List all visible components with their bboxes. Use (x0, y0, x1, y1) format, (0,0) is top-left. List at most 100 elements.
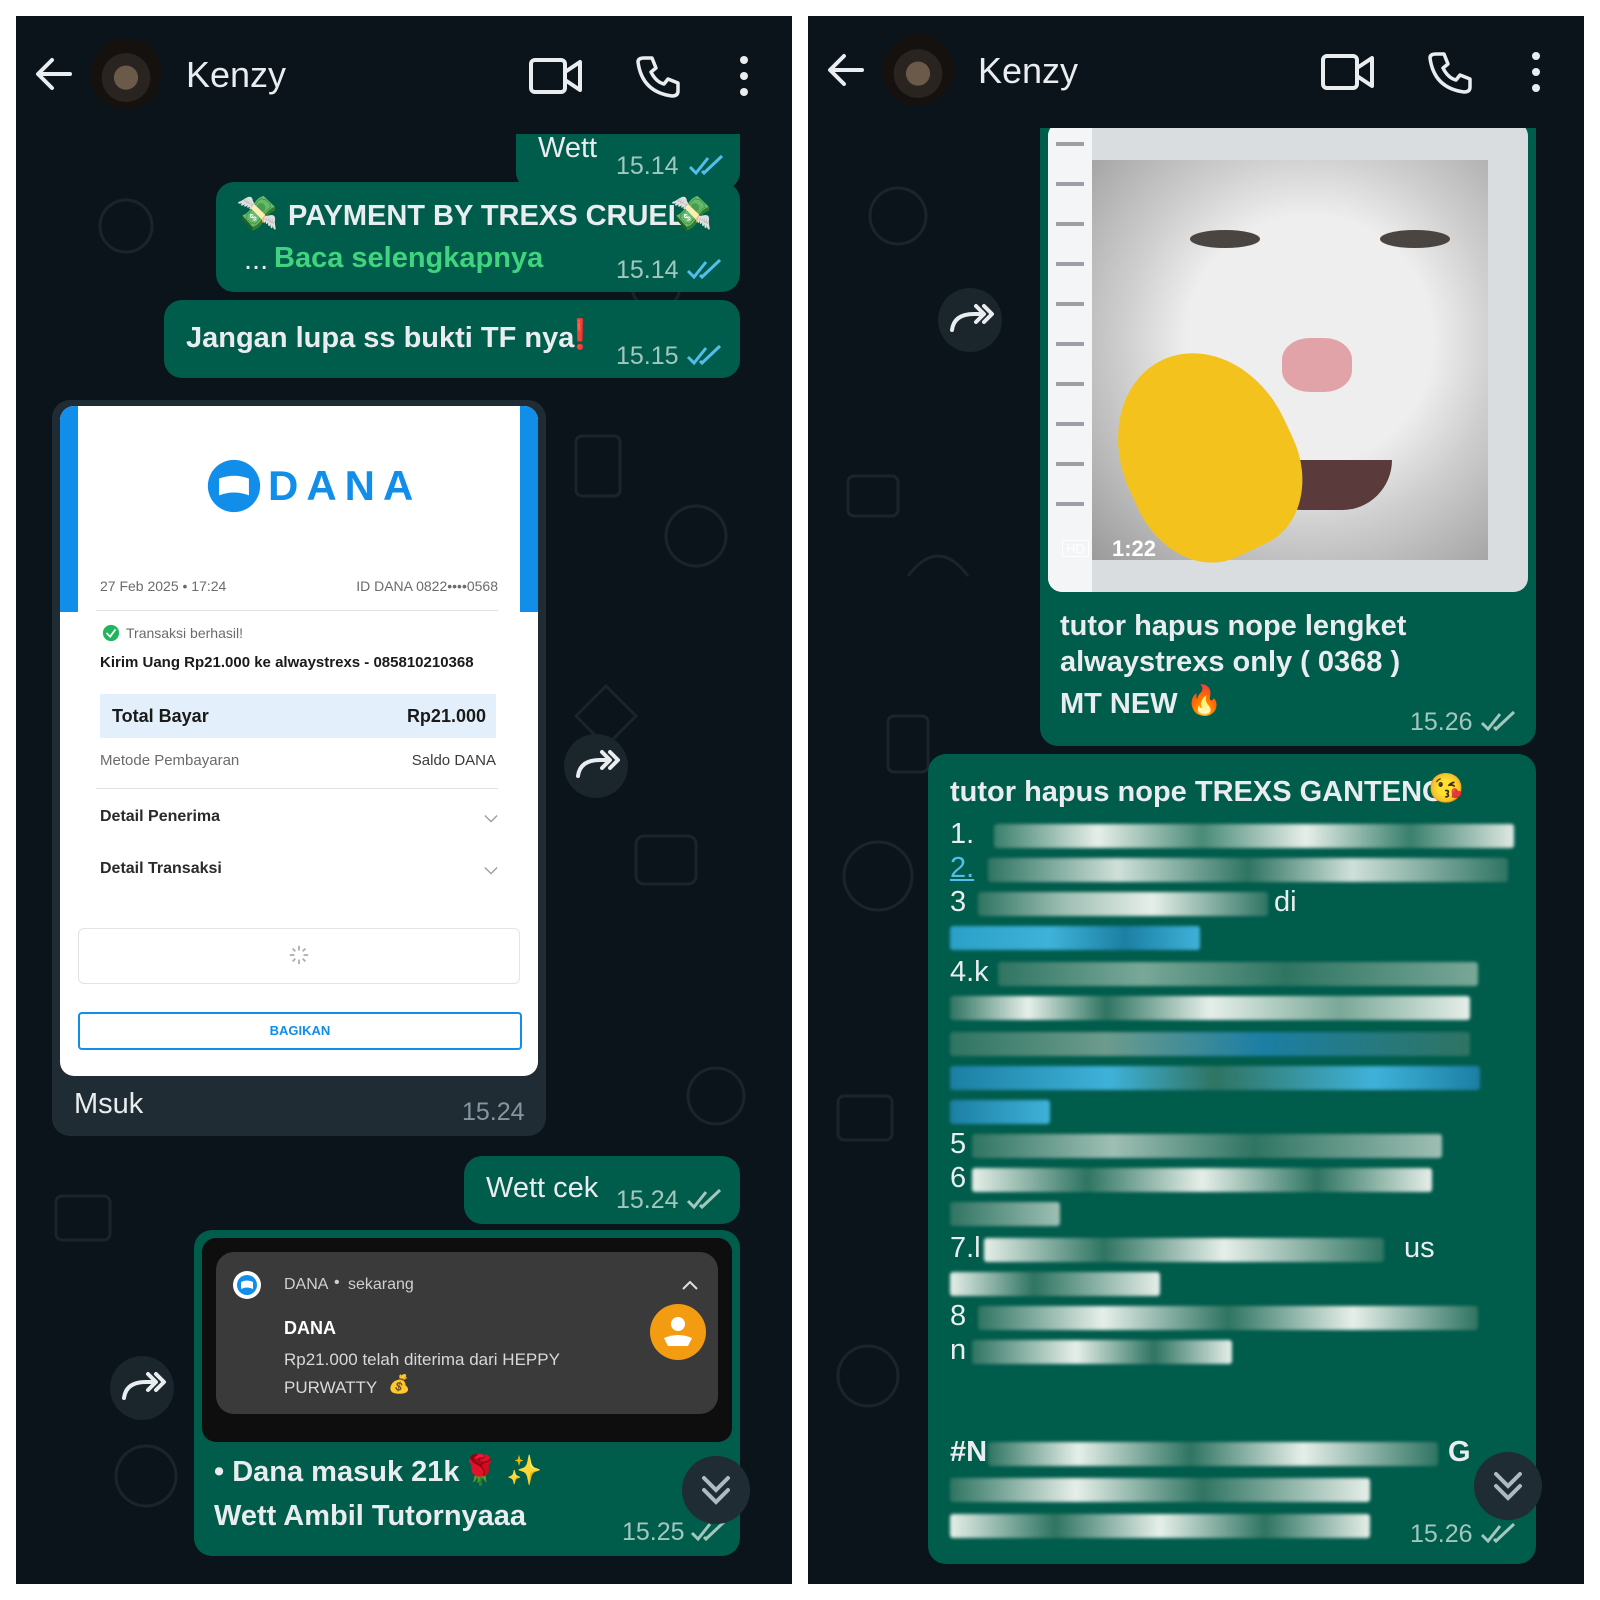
message-time: 15.14 (616, 256, 679, 284)
notification-body-line1: Rp21.000 telah diterima dari HEPPY (284, 1350, 560, 1369)
receipt-dana-id: ID DANA 0822••••0568 (356, 578, 498, 594)
double-chevron-down-icon (1494, 1472, 1522, 1501)
share-button[interactable]: BAGIKAN (78, 1012, 522, 1050)
success-check-icon (102, 624, 120, 642)
message-bubble-incoming[interactable]: DANA 27 Feb 2025 • 17:24 ID DANA 0822•••… (52, 400, 546, 1136)
message-bubble-outgoing[interactable]: tutor hapus nope TREXS GANTENG 😘 1. 2. 3… (928, 754, 1536, 1564)
receipt-divider (96, 788, 498, 789)
message-time: 15.14 (616, 152, 679, 180)
step-fragment: 3 (950, 886, 967, 918)
message-bubble-outgoing[interactable]: Wett cek 15.24 (464, 1156, 740, 1224)
message-text: Wett (538, 132, 598, 164)
message-bubble-outgoing[interactable]: HD 1:22 tutor hapus nope lengket alwayst… (1040, 112, 1536, 746)
redacted-text (972, 1134, 1442, 1158)
forward-button[interactable] (564, 734, 628, 798)
dana-brand-text: DANA (268, 462, 422, 509)
forward-icon (576, 750, 620, 778)
chat-header: Kenzy (16, 16, 792, 134)
voice-call-icon[interactable] (1426, 48, 1474, 96)
read-receipt-icon (1480, 1522, 1516, 1544)
step-fragment: us (1404, 1232, 1435, 1264)
notification-card: DANA • sekarang DANA Rp21.000 telah dite… (216, 1252, 718, 1414)
read-receipt-icon (686, 1188, 722, 1210)
total-label: Total Bayar (112, 706, 209, 726)
message-bubble-outgoing[interactable]: Jangan lupa ss bukti TF nya ❗ 15.15 (164, 300, 740, 378)
double-chevron-down-icon (702, 1476, 730, 1505)
notification-body-line2: PURWATTY (284, 1378, 378, 1397)
message-text: Jangan lupa ss bukti TF nya (186, 322, 575, 354)
contact-avatar[interactable] (882, 34, 954, 106)
method-label: Metode Pembayaran (100, 752, 240, 769)
image-caption: Msuk (74, 1088, 144, 1120)
read-more-link[interactable]: Baca selengkapnya (274, 242, 543, 275)
video-call-icon[interactable] (1320, 50, 1376, 94)
scroll-to-bottom-button[interactable] (682, 1456, 750, 1524)
exclamation-emoji: ❗ (562, 319, 599, 351)
video-call-icon[interactable] (528, 54, 584, 98)
contact-avatar[interactable] (90, 38, 162, 110)
message-text: Wett cek (486, 1172, 599, 1204)
scroll-to-bottom-button[interactable] (1474, 1452, 1542, 1520)
message-time: 15.25 (622, 1518, 685, 1546)
settings-screenshot-strip (1048, 122, 1092, 592)
chevron-up-icon[interactable] (682, 1280, 698, 1290)
redacted-text (978, 1306, 1478, 1330)
notification-separator: • (334, 1274, 340, 1291)
redacted-text (998, 962, 1478, 986)
redacted-text (988, 858, 1508, 882)
step-fragment: 6 (950, 1162, 967, 1194)
notification-image[interactable]: DANA • sekarang DANA Rp21.000 telah dite… (202, 1238, 732, 1442)
redacted-text (972, 1340, 1232, 1364)
more-options-icon[interactable] (732, 52, 756, 100)
redacted-text (950, 1272, 1160, 1296)
forward-icon (950, 304, 994, 332)
message-text: MT NEW (1060, 688, 1178, 720)
dana-logo-icon (207, 459, 261, 513)
receipt-image[interactable]: DANA 27 Feb 2025 • 17:24 ID DANA 0822•••… (60, 406, 538, 1076)
redacted-text (950, 1478, 1370, 1502)
step-fragment: 5 (950, 1128, 967, 1160)
step-fragment: 7.l (950, 1232, 981, 1264)
message-text: Wett Ambil Tutornyaaa (214, 1500, 527, 1532)
hashtag-fragment: #N (950, 1436, 988, 1468)
back-arrow-icon[interactable] (30, 50, 78, 98)
forward-button[interactable] (110, 1356, 174, 1420)
detail-transaction[interactable]: Detail Transaksi (100, 860, 222, 878)
voice-call-icon[interactable] (634, 52, 682, 100)
message-time: 15.26 (1410, 708, 1473, 736)
receive-money-icon (650, 1304, 706, 1360)
redacted-text (950, 1202, 1060, 1226)
message-bubble-outgoing[interactable]: 💸 PAYMENT BY TREXS CRUEL 💸 ... Baca sele… (216, 182, 740, 292)
chat-header: Kenzy (808, 16, 1584, 128)
forward-button[interactable] (938, 288, 1002, 352)
message-time: 15.24 (462, 1098, 525, 1126)
message-text: tutor hapus nope lengket (1060, 610, 1407, 642)
step-fragment: 4.k (950, 956, 989, 988)
detail-recipient[interactable]: Detail Penerima (100, 808, 220, 826)
contact-name[interactable]: Kenzy (978, 50, 1078, 92)
notification-title: DANA (284, 1318, 336, 1338)
read-receipt-icon (1480, 710, 1516, 732)
message-bubble-outgoing[interactable]: DANA • sekarang DANA Rp21.000 telah dite… (194, 1230, 740, 1556)
redacted-link (950, 1100, 1050, 1124)
cat-eye (1190, 230, 1260, 248)
redacted-text (978, 892, 1268, 916)
redacted-text (950, 1514, 1370, 1538)
message-time: 15.15 (616, 342, 679, 370)
chevron-down-icon[interactable] (484, 866, 498, 876)
right-chat-screenshot: Kenzy HD 1:22 tutor hapus nope lengket a… (808, 16, 1584, 1584)
dana-app-icon (233, 1271, 261, 1299)
step-fragment[interactable]: 2. (950, 852, 974, 885)
video-thumbnail[interactable]: HD 1:22 (1048, 122, 1528, 592)
more-options-icon[interactable] (1524, 48, 1548, 96)
cat-eye (1380, 230, 1450, 248)
message-title: tutor hapus nope TREXS GANTENG (950, 776, 1445, 808)
step-fragment: 8 (950, 1300, 967, 1332)
fire-emoji: 🔥 (1186, 685, 1223, 717)
back-arrow-icon[interactable] (822, 46, 870, 94)
message-text: PAYMENT BY TREXS CRUEL (288, 200, 686, 232)
contact-name[interactable]: Kenzy (186, 54, 286, 96)
chevron-down-icon[interactable] (484, 814, 498, 824)
loading-spinner-icon (289, 945, 309, 965)
redacted-text (950, 1032, 1470, 1056)
